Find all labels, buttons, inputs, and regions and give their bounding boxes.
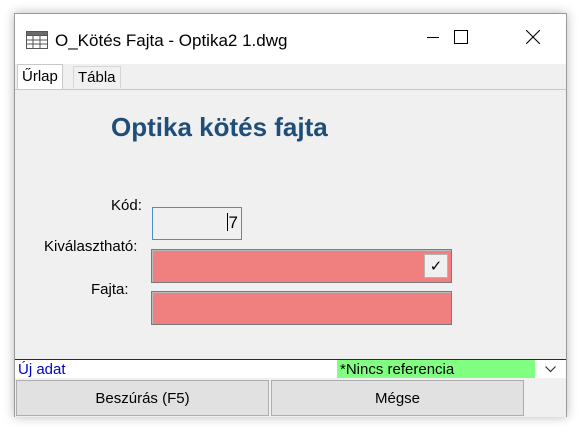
- kod-label: Kód:: [111, 197, 142, 214]
- maximize-button[interactable]: [438, 14, 484, 64]
- cancel-button[interactable]: Mégse: [271, 380, 524, 416]
- form-heading: Optika kötés fajta: [111, 112, 328, 142]
- status-bar: Új adat *Nincs referencia: [15, 359, 566, 378]
- kivalaszthato-field[interactable]: ✓: [151, 249, 452, 283]
- table-window-icon: [26, 31, 48, 49]
- kod-value: 7: [228, 213, 238, 232]
- maximize-icon: [454, 29, 468, 49]
- chevron-down-icon: [544, 360, 556, 378]
- form-window: O_Kötés Fajta - Optika2 1.dwg Űrlap Tábl…: [14, 13, 567, 417]
- record-mode-status: Új adat: [18, 361, 66, 378]
- status-dropdown-button[interactable]: [540, 360, 560, 378]
- kod-field[interactable]: 7: [152, 207, 242, 240]
- check-icon: ✓: [429, 258, 443, 275]
- button-bar: Beszúrás (F5) Mégse: [15, 378, 566, 417]
- title-bar[interactable]: O_Kötés Fajta - Optika2 1.dwg: [15, 14, 566, 64]
- text-caret: [226, 213, 228, 231]
- window-title: O_Kötés Fajta - Optika2 1.dwg: [55, 31, 288, 50]
- fajta-label: Fajta:: [91, 281, 129, 298]
- fajta-field[interactable]: [151, 291, 452, 325]
- kivalaszthato-label: Kiválasztható:: [44, 238, 138, 255]
- reference-status: *Nincs referencia: [337, 360, 535, 378]
- tab-tabla[interactable]: Tábla: [73, 66, 121, 88]
- tab-strip: Űrlap Tábla: [15, 64, 566, 89]
- check-button[interactable]: ✓: [424, 254, 448, 278]
- form-panel: Optika kötés fajta Kód: 7 Kiválasztható:…: [15, 89, 566, 359]
- close-icon: [525, 29, 541, 49]
- tab-urlap[interactable]: Űrlap: [17, 64, 63, 89]
- close-button[interactable]: [510, 14, 556, 64]
- insert-button[interactable]: Beszúrás (F5): [16, 380, 269, 416]
